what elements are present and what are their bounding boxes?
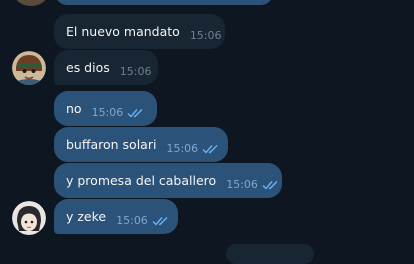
message-meta: 15:06 (166, 142, 220, 155)
double-check-icon (127, 108, 143, 118)
message-time: 15:06 (119, 65, 152, 78)
partial-avatar (14, 0, 48, 6)
double-check-icon (262, 180, 278, 190)
message-text: no (66, 101, 82, 116)
message-text: El nuevo mandato (66, 24, 180, 39)
message-bubble[interactable]: y zeke 15:06 (54, 199, 178, 234)
message-bubble[interactable]: buffaron solari 15:06 (54, 127, 228, 162)
message-text: es dios (66, 60, 110, 75)
message-text: buffaron solari (66, 137, 157, 152)
partial-message-bubble (55, 0, 273, 5)
message-meta: 15:06 (116, 214, 170, 227)
message-bubble[interactable]: El nuevo mandato 15:06 (54, 14, 225, 49)
message-time: 15:06 (166, 142, 199, 155)
message-time: 15:06 (91, 106, 124, 119)
message-meta: 15:06 (92, 106, 146, 119)
message-text: y zeke (66, 209, 107, 224)
message-time: 15:06 (189, 29, 222, 42)
message-bubble[interactable]: no 15:06 (54, 91, 157, 126)
message-time: 15:06 (116, 214, 148, 227)
message-bubble[interactable]: es dios 15:06 (54, 50, 158, 85)
message-meta: 15:06 (190, 29, 222, 42)
user-avatar-icon[interactable] (12, 51, 46, 85)
message-meta: 15:06 (226, 178, 280, 191)
double-check-icon (202, 144, 218, 154)
double-check-icon (152, 216, 168, 226)
message-bubble[interactable]: y promesa del caballero 15:06 (54, 163, 282, 198)
message-time: 15:06 (226, 178, 258, 191)
message-text: y promesa del caballero (66, 173, 217, 188)
message-meta: 15:06 (120, 65, 152, 78)
user-avatar-icon[interactable] (12, 201, 46, 235)
partial-message-bubble (226, 244, 314, 264)
